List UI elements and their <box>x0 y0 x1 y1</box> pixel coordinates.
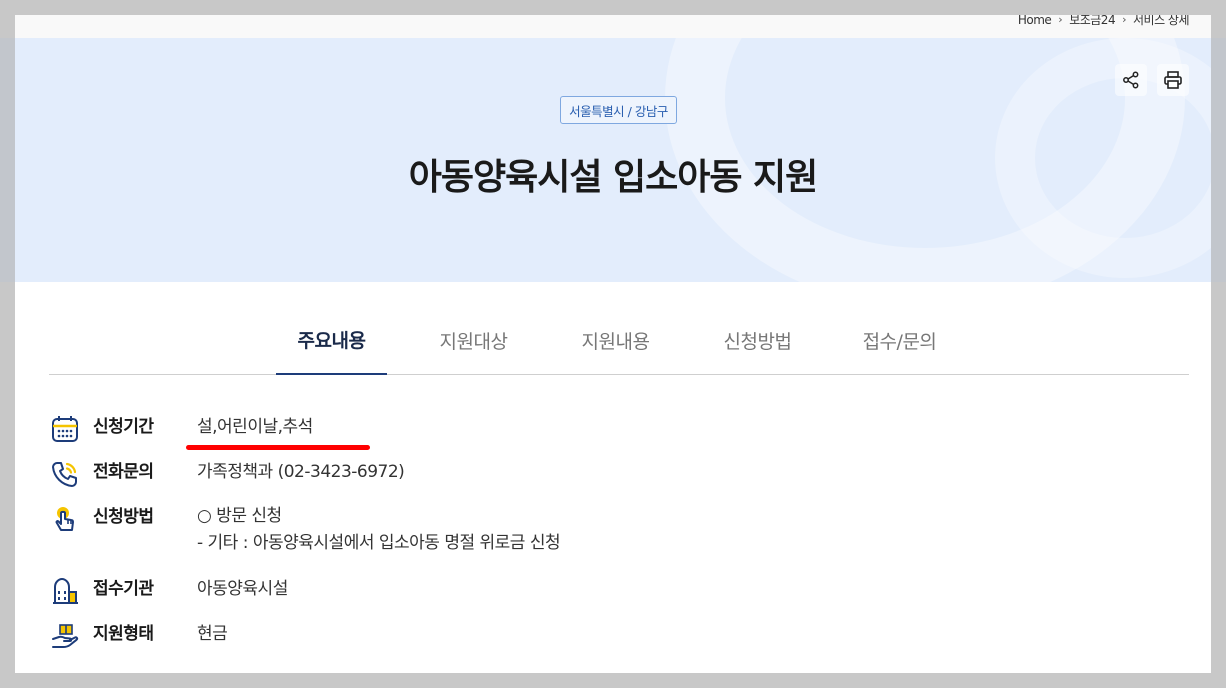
info-row-application-period: 신청기간 설,어린이날,추석 <box>49 413 1149 445</box>
hand-gift-icon <box>49 620 81 652</box>
share-icon <box>1123 71 1139 89</box>
chevron-right-icon: › <box>1058 15 1063 26</box>
tab-inquiry[interactable]: 접수/문의 <box>844 305 955 375</box>
breadcrumb-current: 서비스 상세 <box>1132 15 1190 27</box>
phone-icon <box>49 458 81 490</box>
info-value: 가족정책과 (02-3423-6972) <box>197 462 405 482</box>
tab-application-method[interactable]: 신청방법 <box>702 305 813 375</box>
print-icon <box>1164 71 1182 89</box>
info-value: 설,어린이날,추석 <box>197 417 313 437</box>
print-button[interactable] <box>1157 64 1189 96</box>
info-label: 신청방법 <box>93 507 154 527</box>
dim-overlay <box>1211 38 1226 282</box>
page-title: 아동양육시설 입소아동 지원 <box>408 157 819 198</box>
share-button[interactable] <box>1115 64 1147 96</box>
info-label: 신청기간 <box>93 417 154 437</box>
breadcrumb: Home › 보조금24 › 서비스 상세 <box>15 15 1211 38</box>
annotation-underline <box>186 445 370 450</box>
info-row-phone-inquiry: 전화문의 가족정책과 (02-3423-6972) <box>49 458 1149 490</box>
application-method-line: ○ 방문 신청 <box>197 506 282 526</box>
content-tabs: 주요내용 지원대상 지원내용 신청방법 접수/문의 <box>49 305 1189 375</box>
info-value: 현금 <box>197 624 228 644</box>
info-row-receiving-agency: 접수기관 아동양육시설 <box>49 575 1149 607</box>
breadcrumb-subsidy[interactable]: 보조금24 <box>1069 15 1115 28</box>
region-tag: 서울특별시 / 강남구 <box>560 96 677 124</box>
info-value: ○ 방문 신청 - 기타 : 아동양육시설에서 입소아동 명절 위로금 신청 <box>197 503 561 557</box>
info-label: 전화문의 <box>93 462 154 482</box>
tab-eligibility[interactable]: 지원대상 <box>418 305 529 375</box>
page-frame: Home › 보조금24 › 서비스 상세 서울특별시 / 강남구 아동양육시설… <box>15 15 1211 673</box>
calendar-icon <box>49 413 81 445</box>
application-method-detail: - 기타 : 아동양육시설에서 입소아동 명절 위로금 신청 <box>197 533 561 553</box>
info-label: 지원형태 <box>93 624 154 644</box>
dim-overlay <box>0 38 15 282</box>
chevron-right-icon: › <box>1122 15 1126 26</box>
info-value: 아동양육시설 <box>197 579 288 599</box>
tab-support-content[interactable]: 지원내용 <box>560 305 671 375</box>
info-label: 접수기관 <box>93 579 154 599</box>
info-row-application-method: 신청방법 ○ 방문 신청 - 기타 : 아동양육시설에서 입소아동 명절 위로금… <box>49 503 1149 557</box>
hero-banner: 서울특별시 / 강남구 아동양육시설 입소아동 지원 <box>15 38 1211 282</box>
info-row-support-type: 지원형태 현금 <box>49 620 1149 652</box>
hand-pointer-icon <box>49 503 81 535</box>
tab-main-content[interactable]: 주요내용 <box>276 305 387 375</box>
breadcrumb-home[interactable]: Home <box>1018 15 1052 27</box>
building-icon <box>49 575 81 607</box>
